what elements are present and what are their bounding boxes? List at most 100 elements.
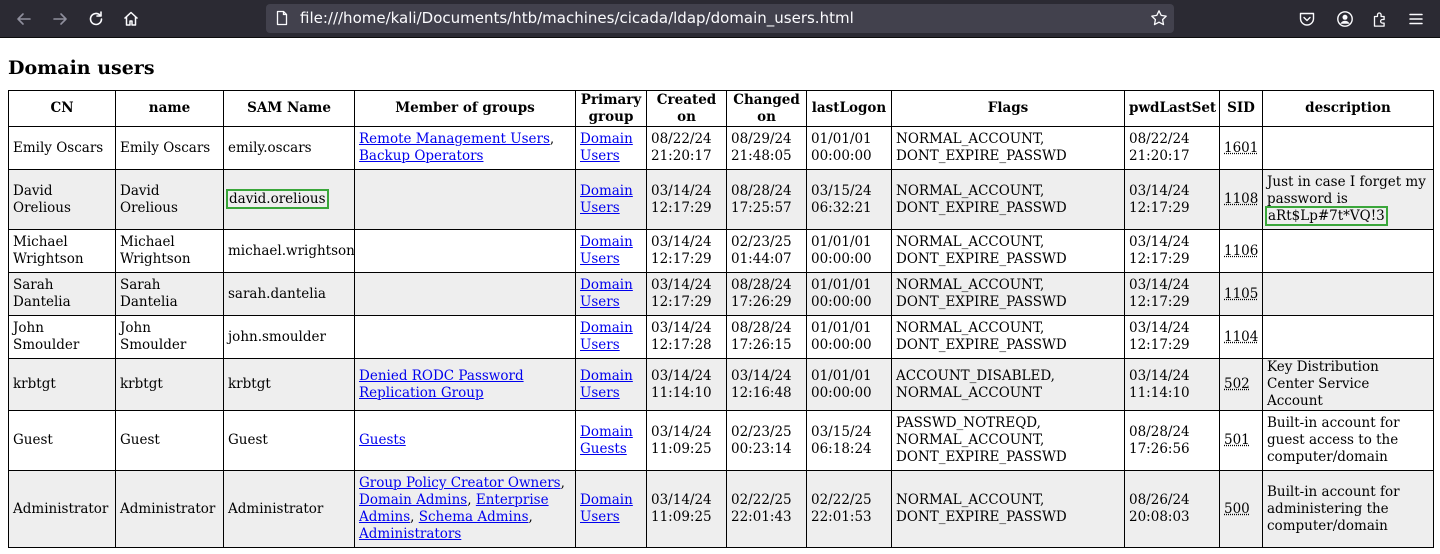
account-icon[interactable]	[1333, 7, 1357, 31]
created-cell: 03/14/24 11:14:10	[646, 358, 727, 411]
table-row: Michael Wrightson Michael Wrightson michae…	[8, 229, 1434, 273]
cn-cell: krbtgt	[8, 358, 116, 411]
name-cell: krbtgt	[115, 358, 224, 411]
flags-cell: ACCOUNT_DISABLED, NORMAL_ACCOUNT	[891, 358, 1125, 411]
sid-value[interactable]: 1105	[1224, 286, 1258, 302]
sid-cell: 502	[1219, 358, 1263, 411]
flags-cell: NORMAL_ACCOUNT, DONT_EXPIRE_PASSWD	[891, 470, 1125, 548]
flags-cell: NORMAL_ACCOUNT, DONT_EXPIRE_PASSWD	[891, 229, 1125, 273]
flags-cell: NORMAL_ACCOUNT, DONT_EXPIRE_PASSWD	[891, 169, 1125, 230]
sam-name-cell: sarah.dantelia	[223, 272, 355, 316]
description-cell	[1262, 272, 1434, 316]
sid-value[interactable]: 502	[1224, 376, 1250, 392]
reload-icon[interactable]	[84, 7, 108, 31]
pwd-last-set-cell: 03/14/24 12:17:29	[1124, 272, 1220, 316]
table-row: David Orelious David Orelious david.orelio…	[8, 169, 1434, 230]
changed-cell: 02/23/25 00:23:14	[726, 410, 807, 471]
sid-value[interactable]: 501	[1224, 432, 1250, 448]
groups-cell: Remote Management Users, Backup Operator…	[354, 126, 576, 170]
name-cell: Guest	[115, 410, 224, 471]
changed-cell: 08/28/24 17:26:29	[726, 272, 807, 316]
pocket-icon[interactable]	[1295, 7, 1319, 31]
sam-name-cell: john.smoulder	[223, 315, 355, 359]
description-cell: Built-in account for guest access to the…	[1262, 410, 1434, 471]
primary-group-link[interactable]: Domain Users	[580, 277, 633, 310]
primary-group-cell: Domain Guests	[575, 410, 647, 471]
primary-group-link[interactable]: Domain Users	[580, 492, 633, 525]
sid-cell: 1104	[1219, 315, 1263, 359]
column-header: Primary group	[575, 90, 647, 127]
pwd-last-set-cell: 03/14/24 12:17:29	[1124, 169, 1220, 230]
last-logon-cell: 01/01/01 00:00:00	[806, 315, 892, 359]
description-cell: Key Distribution Center Service Account	[1262, 358, 1434, 411]
sid-cell: 1108	[1219, 169, 1263, 230]
sid-value[interactable]: 1108	[1224, 191, 1258, 207]
groups-cell: Denied RODC Password Replication Group	[354, 358, 576, 411]
forward-icon[interactable]	[48, 7, 72, 31]
primary-group-cell: Domain Users	[575, 126, 647, 170]
primary-group-cell: Domain Users	[575, 470, 647, 548]
name-cell: David Orelious	[115, 169, 224, 230]
groups-cell	[354, 229, 576, 273]
column-header: SID	[1219, 90, 1263, 127]
cn-cell: John Smoulder	[8, 315, 116, 359]
url-text[interactable]: file:///home/kali/Documents/htb/machines…	[300, 4, 854, 33]
group-link[interactable]: Guests	[359, 432, 406, 448]
primary-group-cell: Domain Users	[575, 169, 647, 230]
primary-group-link[interactable]: Domain Users	[580, 183, 633, 216]
group-link[interactable]: Backup Operators	[359, 148, 483, 164]
groups-cell	[354, 169, 576, 230]
primary-group-cell: Domain Users	[575, 272, 647, 316]
groups-cell: Group Policy Creator Owners, Domain Admi…	[354, 470, 576, 548]
created-cell: 03/14/24 12:17:29	[646, 169, 727, 230]
sid-cell: 1601	[1219, 126, 1263, 170]
primary-group-link[interactable]: Domain Users	[580, 131, 633, 164]
column-header: CN	[8, 90, 116, 127]
menu-icon[interactable]	[1404, 7, 1428, 31]
sid-value[interactable]: 500	[1224, 501, 1250, 517]
created-cell: 03/14/24 11:09:25	[646, 470, 727, 548]
description-text: Key Distribution Center Service Account	[1267, 359, 1379, 409]
cn-cell: David Orelious	[8, 169, 116, 230]
description-cell	[1262, 126, 1434, 170]
primary-group-link[interactable]: Domain Users	[580, 234, 633, 267]
extensions-icon[interactable]	[1368, 7, 1392, 31]
created-cell: 03/14/24 12:17:28	[646, 315, 727, 359]
page-content: Domain users CN name SAM Name Member of …	[8, 38, 1434, 548]
changed-cell: 08/28/24 17:26:15	[726, 315, 807, 359]
name-cell: Michael Wrightson	[115, 229, 224, 273]
sam-name-cell: Administrator	[223, 470, 355, 548]
bookmark-star-icon[interactable]	[1150, 9, 1168, 27]
group-link[interactable]: Remote Management Users	[359, 131, 550, 147]
sid-value[interactable]: 1104	[1224, 329, 1258, 345]
primary-group-cell: Domain Users	[575, 229, 647, 273]
changed-cell: 08/29/24 21:48:05	[726, 126, 807, 170]
description-cell: Built-in account for administering the c…	[1262, 470, 1434, 548]
primary-group-link[interactable]: Domain Users	[580, 368, 633, 401]
sam-name-cell: emily.oscars	[223, 126, 355, 170]
sid-value[interactable]: 1106	[1224, 243, 1258, 259]
group-link[interactable]: Schema Admins	[419, 509, 529, 525]
created-cell: 03/14/24 12:17:29	[646, 229, 727, 273]
group-link[interactable]: Denied RODC Password Replication Group	[359, 368, 524, 401]
cn-cell: Michael Wrightson	[8, 229, 116, 273]
primary-group-link[interactable]: Domain Users	[580, 320, 633, 353]
cn-cell: Sarah Dantelia	[8, 272, 116, 316]
url-bar[interactable]: file:///home/kali/Documents/htb/machines…	[266, 4, 1174, 33]
primary-group-link[interactable]: Domain Guests	[580, 424, 633, 457]
home-icon[interactable]	[119, 7, 143, 31]
last-logon-cell: 03/15/24 06:32:21	[806, 169, 892, 230]
group-link[interactable]: Group Policy Creator Owners	[359, 475, 561, 491]
sid-value[interactable]: 1601	[1224, 140, 1258, 156]
page-icon	[276, 10, 288, 26]
group-link[interactable]: Administrators	[359, 526, 461, 542]
sid-cell: 1106	[1219, 229, 1263, 273]
group-link[interactable]: Domain Admins	[359, 492, 467, 508]
browser-toolbar: file:///home/kali/Documents/htb/machines…	[0, 0, 1440, 38]
description-text: Just in case I forget my password is	[1267, 174, 1426, 207]
description-cell: Just in case I forget my password is aRt…	[1262, 169, 1434, 230]
column-header: name	[115, 90, 224, 127]
flags-cell: NORMAL_ACCOUNT, DONT_EXPIRE_PASSWD	[891, 272, 1125, 316]
table-row: Sarah Dantelia Sarah Dantelia sarah.dantel…	[8, 272, 1434, 316]
back-icon[interactable]	[12, 7, 36, 31]
